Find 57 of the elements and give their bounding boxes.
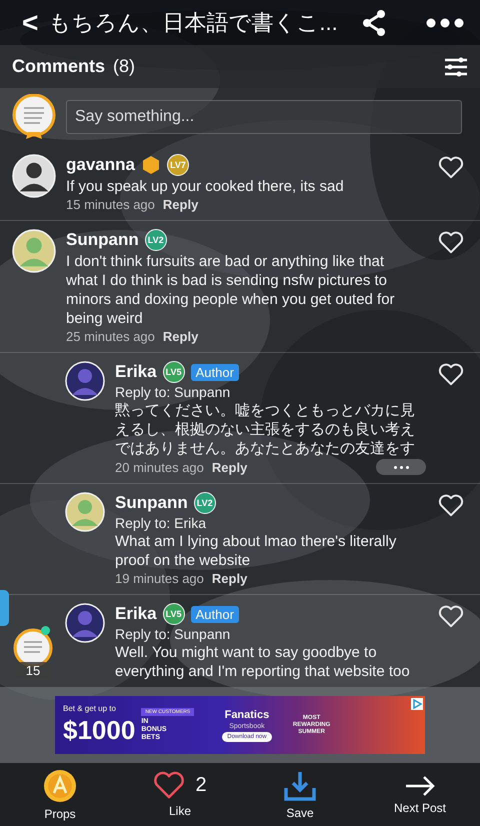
heart-icon [438,156,464,180]
username[interactable]: Erika [115,362,157,382]
coin-icon [43,768,77,802]
arrow-right-icon [404,774,436,796]
reply-link[interactable]: Reply [212,571,248,586]
heart-icon [153,771,186,800]
side-menu-tab[interactable] [0,590,9,626]
reply-link[interactable]: Reply [162,197,198,212]
ad-amount: $1000 [63,715,136,746]
reply-to-label: Reply to: Erika [115,515,208,531]
comment-text: What am I lying about lmao there's literally proof on the website [115,532,398,570]
reply-link[interactable]: Reply [162,329,198,344]
comment-time: 25 minutes ago [66,329,155,344]
like-post-button[interactable]: 2 Like [135,771,225,818]
like-button[interactable] [438,156,464,180]
like-button[interactable] [438,363,464,387]
next-post-button[interactable]: Next Post [375,774,465,814]
ad-choices-icon[interactable] [411,698,423,710]
comment-text: 黙ってください。嘘をつくともっとバカに見えるし、根拠のない主張をするのも良い考えではありません。あなたとあなたの友達をす [115,401,416,458]
floating-count: 15 [14,662,52,679]
comment-text: If you speak up your cooked there, its sad [66,177,345,196]
like-button[interactable] [438,494,464,518]
comment-input-field[interactable]: Say something... [66,100,462,134]
like-button[interactable] [438,231,464,255]
username[interactable]: Sunpann [115,493,188,513]
ad-text: Bet & get up to [63,704,116,713]
heart-icon [438,363,464,386]
comment-time: 15 minutes ago [66,197,155,212]
comments-count: (8) [113,56,136,77]
props-button[interactable]: Props [15,768,105,820]
reply-link[interactable]: Reply [212,460,248,474]
heart-icon [438,605,464,628]
download-icon [283,770,317,802]
comments-heading: Comments [12,56,106,77]
heart-icon [438,494,464,518]
username[interactable]: Sunpann [66,230,139,250]
reply-to-label: Reply to: Sunpann [115,384,232,400]
comment-time: 20 minutes ago [115,460,204,474]
share-icon[interactable] [362,10,386,36]
username[interactable]: gavanna [66,155,135,175]
reply-to-label: Reply to: Sunpann [115,626,232,642]
comment-text: Well. You might want to say goodbye to everything and I'm reporting that website too [115,643,411,681]
post-title: もちろん、日本語で書くこ... [48,8,339,36]
heart-icon [438,231,464,254]
filter-icon[interactable] [444,56,468,76]
more-button[interactable] [376,459,426,475]
author-tag: Author [190,606,239,622]
comment-text: I don't think fursuits are bad or anything like that what I do think is bad is sending nsfw pictures to minors and doxing people when you get outed for being weird [66,252,396,328]
ad-brand: Fanatics [224,708,270,720]
avatar[interactable] [12,94,56,140]
comment-time: 19 minutes ago [115,571,204,586]
author-tag: Author [190,364,239,380]
save-button[interactable]: Save [255,770,345,820]
like-button[interactable] [438,605,464,629]
more-icon[interactable] [426,18,464,28]
username[interactable]: Erika [115,604,157,624]
back-button[interactable]: < [22,6,38,38]
